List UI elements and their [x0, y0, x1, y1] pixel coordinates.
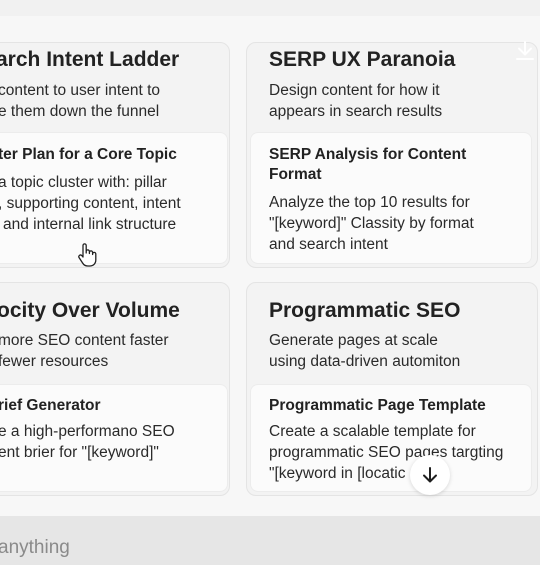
prompt-title: rief Generator — [0, 397, 101, 414]
chat-input-placeholder[interactable]: anything — [0, 537, 70, 559]
prompt-description-line: and search intent — [269, 236, 388, 253]
card-description-line: more SEO content faster — [0, 332, 169, 349]
card-description-line: using data-driven automiton — [269, 353, 461, 370]
download-icon[interactable] — [514, 40, 536, 62]
card-title: arch Intent Ladder — [0, 48, 180, 71]
prompt-description-line: a topic cluster with: pillar — [0, 174, 167, 191]
chat-input-bar[interactable] — [0, 516, 540, 565]
arrow-down-icon — [423, 467, 437, 483]
prompt-title: SERP Analysis for Content — [269, 146, 467, 163]
card-description-line: e them down the funnel — [0, 103, 160, 120]
prompt-title: Programmatic Page Template — [269, 397, 486, 414]
prompt-description-line: Analyze the top 10 results for — [269, 194, 470, 211]
card-description-line: Design content for how it — [269, 82, 440, 99]
prompt-description-line: programmatic SEO paqes targting — [269, 444, 504, 461]
prompt-title: ter Plan for a Core Topic — [0, 146, 177, 163]
scroll-down-button[interactable] — [410, 455, 450, 495]
top-bar — [0, 0, 540, 16]
card-description-line: appears in search results — [269, 103, 443, 120]
prompt-description-line: "[keyword]" Classity by format — [269, 215, 474, 232]
card-title: Programmatic SEO — [269, 299, 461, 322]
card-title: ocity Over Volume — [0, 299, 180, 322]
prompt-description-line: ent brier for "[keyword]" — [0, 444, 159, 461]
card-description-line: Generate pages at scale — [269, 332, 438, 349]
prompt-description-line: and internal link structure — [3, 216, 177, 233]
prompt-description-line: e a high-performano SEO — [0, 423, 175, 440]
hand-pointer-icon — [76, 242, 98, 273]
card-description-line: content to user intent to — [0, 82, 160, 99]
prompt-description-line: "[keyword in [locatic — [269, 465, 406, 482]
prompt-description-line: , supporting content, intent — [0, 195, 181, 212]
prompt-title: Format — [269, 166, 322, 183]
prompt-description-line: Create a scalable template for — [269, 423, 476, 440]
card-description-line: fewer resources — [0, 353, 109, 370]
card-title: SERP UX Paranoia — [269, 48, 456, 71]
